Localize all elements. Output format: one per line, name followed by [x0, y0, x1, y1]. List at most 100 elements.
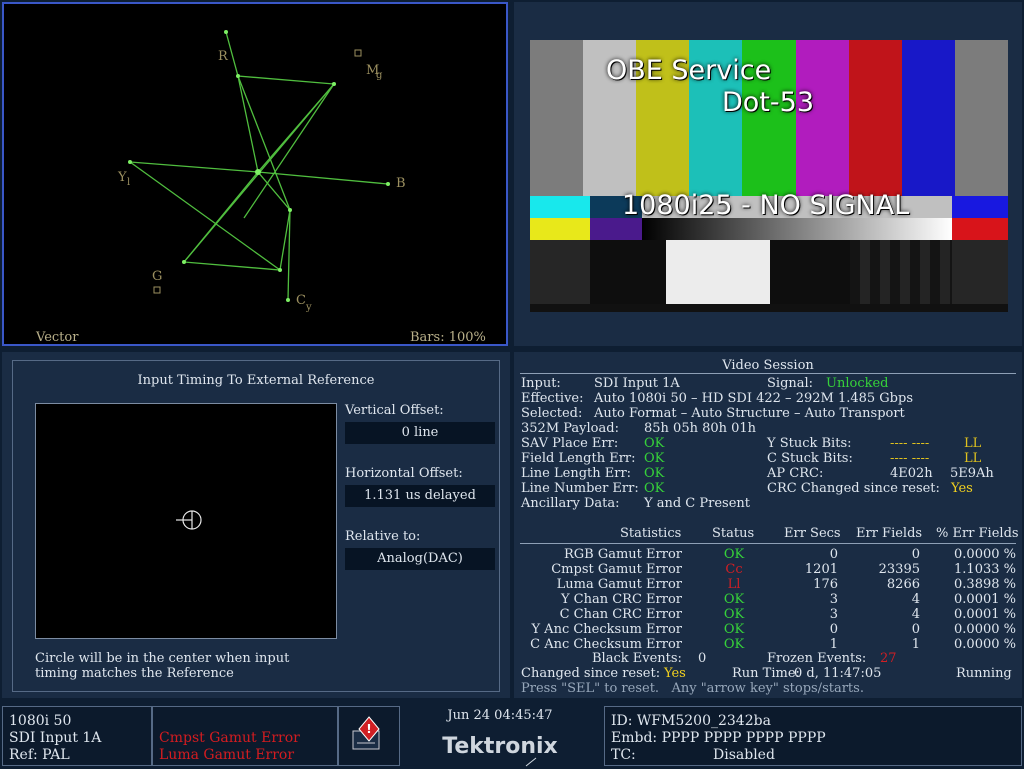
sav-label: SAV Place Err:: [521, 436, 619, 451]
table-row-secs: 3: [829, 607, 838, 622]
yl-target-sub: l: [127, 177, 130, 188]
video-session-tile[interactable]: Video Session Input: SDI Input 1A Signal…: [514, 352, 1022, 698]
frozen-events-value: 27: [880, 651, 897, 666]
alarm-warning-icon: !: [352, 716, 380, 750]
table-row-name: Y Anc Checksum Error: [531, 622, 682, 637]
g-target-box: [153, 286, 161, 294]
picture-tile[interactable]: OBE Service Dot-53 1080i25 - NO SIGNAL: [514, 2, 1022, 346]
table-row-status: OK: [723, 592, 745, 607]
vector-title: Vector: [36, 330, 79, 345]
table-row-status: Cc: [725, 562, 743, 577]
status-input: SDI Input 1A: [9, 730, 102, 746]
status-datetime: Jun 24 04:45:47: [447, 708, 553, 723]
relative-to-label: Relative to:: [345, 529, 421, 544]
reset-hint: Press "SEL" to reset. Any "arrow key" st…: [521, 681, 864, 696]
status-ref: Ref: PAL: [9, 747, 70, 763]
svg-text:!: !: [366, 722, 371, 736]
alarm-icon-box[interactable]: !: [338, 706, 400, 766]
table-row-name: RGB Gamut Error: [563, 547, 682, 562]
horizontal-offset-value: 1.131 us delayed: [345, 485, 495, 507]
table-row-status: OK: [723, 607, 745, 622]
pluge-row: [530, 240, 1008, 304]
effective-label: Effective:: [521, 391, 584, 406]
frozen-events-label: Frozen Events:: [767, 651, 867, 666]
table-row-fields: 1: [911, 637, 920, 652]
table-row-fields: 4: [911, 607, 920, 622]
mg-target-box: [354, 49, 362, 57]
y-stuck-dash: ---- ----: [890, 436, 930, 451]
stats-header-err-secs: Err Secs: [784, 526, 841, 541]
vertical-offset-value: 0 line: [345, 422, 495, 444]
table-row-pct: 1.1033 %: [954, 562, 1016, 577]
sav-value: OK: [644, 436, 665, 451]
table-row-secs: 0: [829, 547, 838, 562]
status-format: 1080i 50: [9, 713, 72, 729]
line-length-label: Line Length Err:: [521, 466, 632, 481]
payload-value: 85h 05h 80h 01h: [644, 421, 757, 436]
ap-crc-value1: 4E02h: [890, 466, 933, 481]
table-row-fields: 4: [911, 592, 920, 607]
table-row-pct: 0.0000 %: [954, 637, 1016, 652]
signal-info-box[interactable]: 1080i 50 SDI Input 1A Ref: PAL: [2, 706, 152, 766]
table-row-secs: 0: [829, 622, 838, 637]
y-stuck-value: LL: [964, 436, 982, 451]
crc-changed-label: CRC Changed since reset:: [767, 481, 940, 496]
stats-header-pct-err-fields: % Err Fields: [936, 526, 1019, 541]
run-time-label: Run Time:: [732, 666, 800, 681]
overlay-signal-text: 1080i25 - NO SIGNAL: [622, 190, 910, 221]
timing-crosshair: [176, 510, 202, 530]
overlay-name-text: Dot-53: [722, 87, 814, 118]
ap-crc-label: AP CRC:: [767, 466, 824, 481]
table-row-secs: 1: [829, 637, 838, 652]
table-row-name: C Anc Checksum Error: [530, 637, 682, 652]
ancillary-label: Ancillary Data:: [521, 496, 620, 511]
changed-since-reset-value: Yes: [664, 666, 686, 681]
signal-label: Signal:: [767, 376, 814, 391]
cy-target-label: C: [296, 293, 306, 308]
picture-frame: OBE Service Dot-53 1080i25 - NO SIGNAL: [530, 40, 1008, 312]
mg-target-sub: g: [376, 70, 383, 81]
vector-bars-label: Bars: 100%: [410, 330, 486, 345]
table-row-secs: 3: [829, 592, 838, 607]
line-number-value: OK: [644, 481, 665, 496]
table-row-name: Y Chan CRC Error: [560, 592, 682, 607]
tektronix-logo: Tektronix: [442, 734, 558, 759]
effective-value: Auto 1080i 50 – HD SDI 422 – 292M 1.485 …: [594, 391, 913, 406]
table-row-fields: 0: [911, 547, 920, 562]
timing-display: [35, 403, 337, 639]
crc-changed-value: Yes: [951, 481, 973, 496]
vector-tile[interactable]: R M g B Y l G C y Vector Bars: 100%: [2, 2, 508, 346]
table-row-pct: 0.0000 %: [954, 622, 1016, 637]
r-target-label: R: [218, 49, 229, 64]
id-info-box[interactable]: ID: WFM5200_2342ba Embd: PPPP PPPP PPPP …: [604, 706, 1022, 766]
logo-tick-icon: [525, 757, 537, 767]
changed-since-reset-label: Changed since reset:: [521, 666, 661, 681]
status-error-cmpst: Cmpst Gamut Error: [159, 730, 300, 746]
running-status: Running: [956, 666, 1012, 681]
error-status-box[interactable]: Cmpst Gamut Error Luma Gamut Error: [152, 706, 338, 766]
overlay-service-text: OBE Service: [606, 55, 772, 86]
field-length-label: Field Length Err:: [521, 451, 636, 466]
vector-trace: [129, 31, 389, 301]
table-row-name: Luma Gamut Error: [556, 577, 682, 592]
vector-trace-dots: [128, 30, 390, 302]
selected-label: Selected:: [521, 406, 583, 421]
session-title-divider: [520, 373, 1016, 374]
status-bar: 1080i 50 SDI Input 1A Ref: PAL Cmpst Gam…: [0, 704, 1024, 768]
c-stuck-label: C Stuck Bits:: [767, 451, 853, 466]
timing-tile[interactable]: Input Timing To External Reference Verti…: [2, 352, 510, 698]
stats-header-err-fields: Err Fields: [856, 526, 923, 541]
table-row-secs: 176: [813, 577, 838, 592]
timing-title: Input Timing To External Reference: [137, 373, 375, 388]
status-tc-value: Disabled: [713, 747, 775, 763]
table-row-status: OK: [723, 622, 745, 637]
stats-header-divider: [520, 543, 1016, 544]
table-row-pct: 0.3898 %: [954, 577, 1016, 592]
table-row-status: Ll: [727, 577, 741, 592]
timing-panel: Input Timing To External Reference Verti…: [12, 360, 500, 692]
input-label: Input:: [521, 376, 561, 391]
ap-crc-value2: 5E9Ah: [950, 466, 994, 481]
table-row-status: OK: [723, 637, 745, 652]
g-target-label: G: [152, 269, 162, 284]
status-tc-label: TC:: [611, 747, 636, 763]
